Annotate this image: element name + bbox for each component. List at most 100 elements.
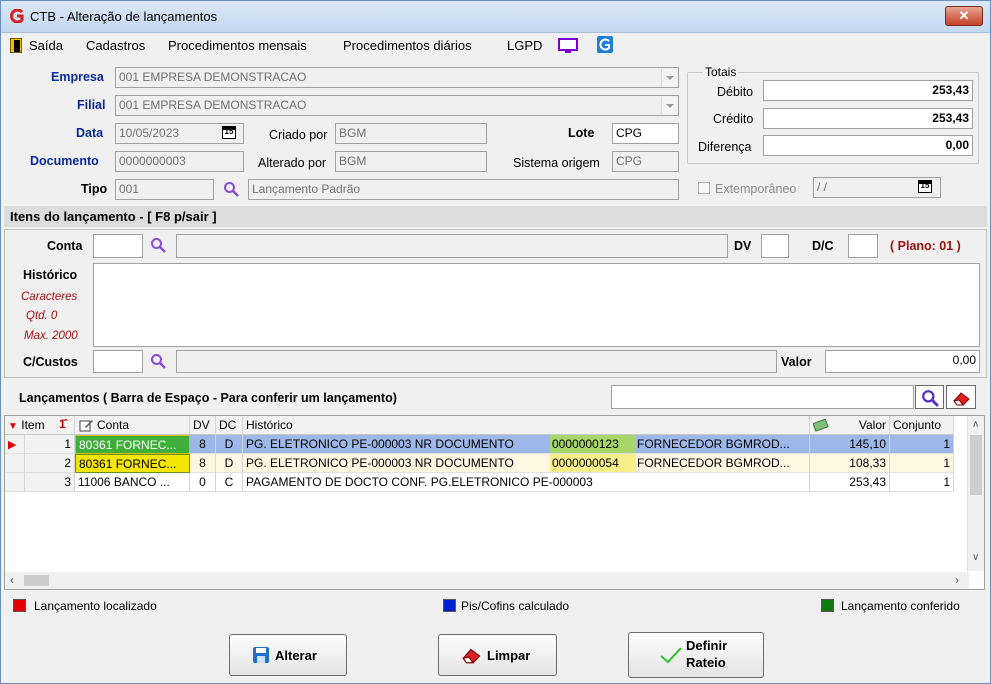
debito-value: 253,43	[932, 83, 969, 97]
search-icon[interactable]	[223, 181, 239, 197]
legend-blue-square	[443, 599, 456, 612]
scroll-down-icon[interactable]: ∨	[972, 552, 979, 563]
cell-conta: 80361 FORNEC...	[75, 454, 190, 473]
column-header-dc[interactable]: DC	[216, 416, 243, 435]
legend-green-square	[821, 599, 834, 612]
cell-historico: PAGAMENTO DE DOCTO CONF. PG.ELETRONICO P…	[243, 473, 810, 492]
menu-saida[interactable]: Saída	[29, 38, 63, 53]
menu-lgpd[interactable]: LGPD	[507, 38, 542, 53]
table-row[interactable]: 3 11006 BANCO ... 0 C PAGAMENTO DE DOCTO…	[5, 473, 965, 492]
limpar-button-label: Limpar	[487, 648, 531, 663]
exit-door-icon	[10, 38, 22, 53]
money-icon	[813, 418, 829, 432]
cell-dc: C	[216, 473, 243, 492]
horizontal-scroll-thumb[interactable]	[24, 575, 49, 586]
extemporaneo-label: Extemporâneo	[715, 182, 797, 196]
credito-field: 253,43	[763, 108, 973, 129]
column-header-conjunto[interactable]: Conjunto	[890, 416, 954, 435]
limpar-button[interactable]: Limpar	[438, 634, 557, 676]
row-indicator	[5, 473, 25, 492]
itens-panel: Conta DV D/C ( Plano: 01 ) Histórico Car…	[4, 229, 987, 378]
custos-input[interactable]	[93, 350, 143, 373]
table-row[interactable]: ▶ 1 80361 FORNEC... 8 D PG. ELETRONICO P…	[5, 435, 965, 454]
cell-conta: 80361 FORNEC...	[75, 435, 190, 454]
alterado-value: BGM	[339, 154, 367, 168]
filial-combo[interactable]: 001 EMPRESA DEMONSTRACAO	[115, 95, 679, 116]
column-header-valor[interactable]: Valor	[810, 416, 890, 435]
valor-label: Valor	[781, 355, 812, 369]
menu-cadastros[interactable]: Cadastros	[86, 38, 145, 53]
row-indicator	[5, 454, 25, 473]
plano-label: ( Plano: 01 )	[890, 239, 961, 253]
search-button[interactable]	[915, 385, 944, 409]
valor-value: 0,00	[952, 353, 976, 367]
edit-icon	[79, 420, 93, 432]
chevron-down-icon[interactable]	[661, 69, 677, 86]
dv-input[interactable]	[761, 234, 789, 258]
search-icon[interactable]	[150, 237, 166, 253]
lancamentos-title: Lançamentos ( Barra de Espaço - Para con…	[19, 391, 397, 405]
tipo-field[interactable]: 001	[115, 179, 214, 200]
qtd-label: Qtd. 0	[26, 310, 58, 322]
historico-textarea[interactable]	[93, 263, 980, 347]
calendar-icon[interactable]: 15	[918, 180, 932, 193]
alterado-field: BGM	[335, 151, 487, 172]
data-value: 10/05/2023	[119, 126, 180, 140]
empresa-combo[interactable]: 001 EMPRESA DEMONSTRACAO	[115, 67, 679, 88]
calendar-icon[interactable]: 15	[222, 126, 236, 139]
column-header-conta-label: Conta	[97, 418, 130, 432]
sort-icon: 1̂	[59, 417, 66, 431]
monitor-icon[interactable]	[558, 38, 578, 54]
conta-input[interactable]	[93, 234, 143, 258]
search-icon[interactable]	[150, 353, 166, 369]
column-header-dv[interactable]: DV	[190, 416, 216, 435]
current-row-arrow-icon: ▶	[8, 439, 17, 451]
lote-field[interactable]: CPG	[612, 123, 679, 144]
tipo-description: Lançamento Padrão	[248, 179, 679, 200]
menu-procedimentos-mensais[interactable]: Procedimentos mensais	[168, 38, 307, 53]
diferenca-field: 0,00	[763, 135, 973, 156]
cell-historico: PG. ELETRONICO PE-000003 NR DOCUMENTO 00…	[243, 454, 810, 473]
scroll-left-icon[interactable]: ‹	[10, 573, 14, 587]
definir-rateio-button[interactable]: Definir Rateio	[628, 632, 764, 678]
app-g-icon[interactable]	[597, 36, 613, 53]
filial-value: 001 EMPRESA DEMONSTRACAO	[119, 98, 307, 112]
lancamentos-grid[interactable]: ▼ Item 1̂ Conta DV DC Histórico Valor Co…	[4, 415, 985, 590]
cell-item: 3	[25, 473, 75, 492]
data-label: Data	[76, 126, 104, 140]
caracteres-label: Caracteres	[21, 291, 78, 303]
column-header-item[interactable]: ▼ Item 1̂	[5, 416, 75, 435]
documento-label: Documento	[30, 154, 99, 168]
close-button[interactable]: ✕	[945, 6, 983, 26]
cell-conjunto: 1	[890, 473, 954, 492]
legend-localizado: Lançamento localizado	[34, 599, 157, 613]
column-header-conta[interactable]: Conta	[75, 416, 190, 435]
eraser-icon	[953, 392, 970, 406]
chevron-down-icon[interactable]	[661, 97, 677, 114]
horizontal-scrollbar[interactable]: ‹ ›	[5, 572, 969, 589]
documento-field[interactable]: 0000000003	[115, 151, 244, 172]
rateio-label: Rateio	[686, 655, 726, 670]
clear-search-button[interactable]	[946, 385, 976, 409]
alterar-button[interactable]: Alterar	[229, 634, 347, 676]
table-row[interactable]: 2 80361 FORNEC... 8 D PG. ELETRONICO PE-…	[5, 454, 965, 473]
historico-text: PG. ELETRONICO PE-000003 NR DOCUMENTO	[246, 437, 514, 451]
historico-text: PG. ELETRONICO PE-000003 NR DOCUMENTO	[246, 456, 514, 470]
lote-value: CPG	[616, 126, 643, 140]
app-logo-icon	[10, 9, 24, 23]
debito-label: Débito	[717, 85, 754, 99]
historico-text: FORNECEDOR BGMROD...	[637, 437, 790, 451]
lancamentos-search-input[interactable]	[611, 385, 914, 409]
vertical-scroll-thumb[interactable]	[970, 435, 982, 495]
valor-input[interactable]: 0,00	[825, 350, 980, 373]
menu-procedimentos-diarios[interactable]: Procedimentos diários	[343, 38, 472, 53]
dc-input[interactable]	[848, 234, 878, 258]
cell-conjunto: 1	[890, 454, 954, 473]
scroll-up-icon[interactable]: ∧	[972, 419, 979, 430]
extemporaneo-checkbox[interactable]	[698, 182, 710, 194]
vertical-scrollbar[interactable]: ∧ ∨	[967, 416, 984, 571]
scroll-right-icon[interactable]: ›	[955, 573, 959, 587]
column-header-item-label: Item	[21, 418, 45, 432]
legend-conferido: Lançamento conferido	[841, 599, 960, 613]
column-header-historico[interactable]: Histórico	[243, 416, 810, 435]
